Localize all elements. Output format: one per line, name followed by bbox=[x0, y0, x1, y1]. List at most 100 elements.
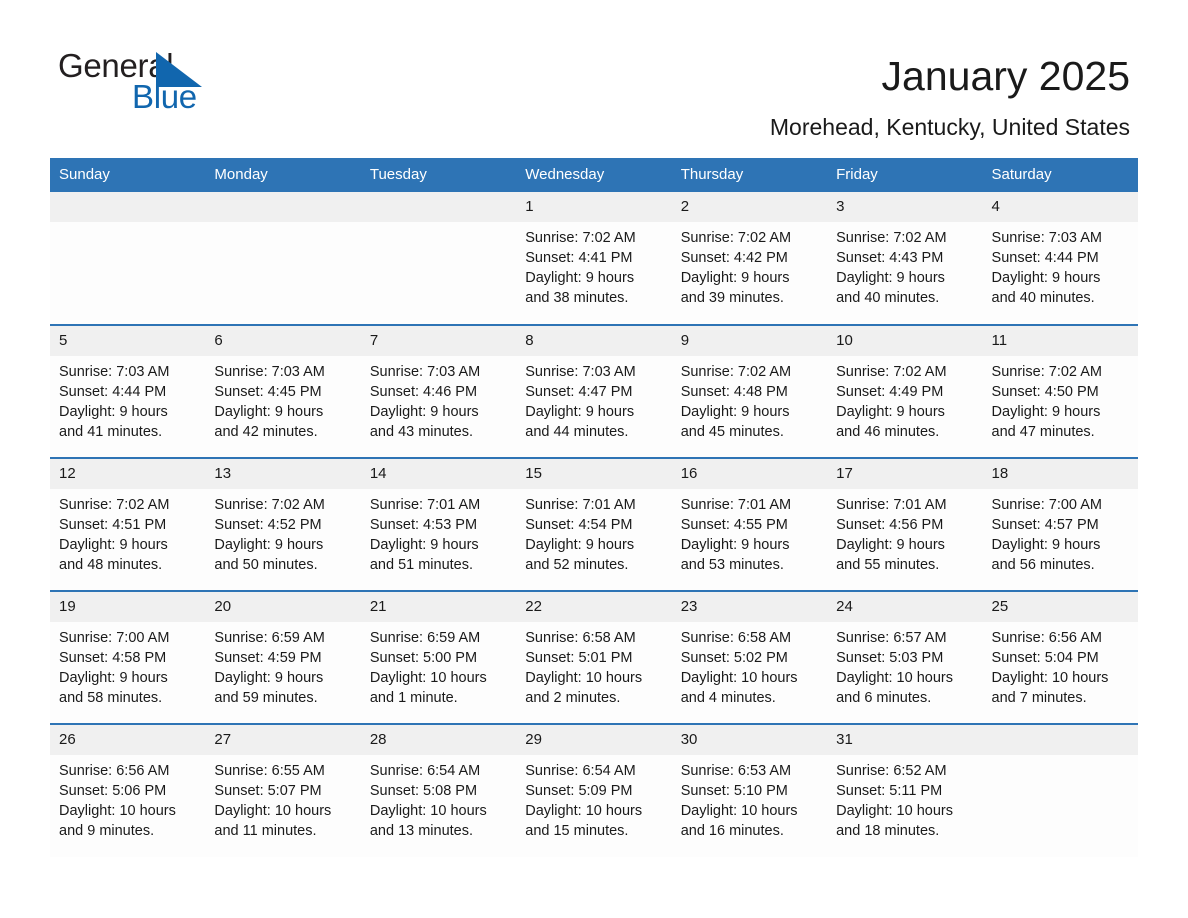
calendar-cell-day[interactable]: 31 Sunrise: 6:52 AM Sunset: 5:11 PM Dayligh… bbox=[827, 723, 983, 857]
calendar-cell-day[interactable]: 18 Sunrise: 7:00 AM Sunset: 4:57 PM Dayligh… bbox=[982, 457, 1138, 591]
daylight-text: Daylight: 9 hours and 46 minutes. bbox=[836, 404, 945, 440]
daylight-text: Daylight: 10 hours and 15 minutes. bbox=[525, 803, 643, 839]
calendar-cell-day[interactable]: 25 Sunrise: 6:56 AM Sunset: 5:04 PM Dayligh… bbox=[982, 590, 1138, 724]
calendar-cell-day[interactable]: 8 Sunrise: 7:03 AM Sunset: 4:47 PM Daylight… bbox=[516, 324, 672, 458]
sunset-text: Sunset: 5:02 PM bbox=[680, 650, 788, 666]
sunset-text: Sunset: 5:08 PM bbox=[369, 783, 478, 799]
calendar-week-row: 26 Sunrise: 6:56 AM Sunset: 5:06 PM Dayligh… bbox=[50, 723, 1138, 857]
calendar-cell-day[interactable]: 6 Sunrise: 7:03 AM Sunset: 4:45 PM Daylight… bbox=[205, 324, 361, 458]
calendar-cell-day[interactable]: 28 Sunrise: 6:54 AM Sunset: 5:08 PM Dayligh… bbox=[360, 723, 517, 857]
day-cell: 29 Sunrise: 6:54 AM Sunset: 5:09 PM Dayligh… bbox=[516, 725, 672, 857]
daylight-text: Daylight: 9 hours and 41 minutes. bbox=[59, 404, 168, 440]
day-details: Sunrise: 6:55 AM Sunset: 5:07 PM Daylight:… bbox=[205, 755, 360, 841]
calendar-cell-day[interactable]: 23 Sunrise: 6:58 AM Sunset: 5:02 PM Dayligh… bbox=[671, 590, 828, 724]
calendar-cell-day[interactable]: 11 Sunrise: 7:02 AM Sunset: 4:50 PM Dayligh… bbox=[982, 324, 1138, 458]
calendar-cell-day[interactable]: 29 Sunrise: 6:54 AM Sunset: 5:09 PM Dayligh… bbox=[516, 723, 672, 857]
sunset-text: Sunset: 5:04 PM bbox=[991, 650, 1099, 666]
day-number: 21 bbox=[360, 592, 517, 622]
day-details: Sunrise: 6:58 AM Sunset: 5:01 PM Daylight:… bbox=[516, 622, 671, 708]
sunset-text: Sunset: 4:45 PM bbox=[214, 384, 322, 400]
title-block: January 2025 Morehead, Kentucky, United … bbox=[770, 50, 1130, 142]
sunrise-text: Sunrise: 6:54 AM bbox=[369, 763, 481, 779]
calendar-body: 1 Sunrise: 7:02 AM Sunset: 4:41 PM Daylight… bbox=[50, 192, 1138, 857]
calendar-cell-day[interactable]: 10 Sunrise: 7:02 AM Sunset: 4:49 PM Dayligh… bbox=[827, 324, 983, 458]
daylight-text: Daylight: 10 hours and 1 minute. bbox=[369, 670, 487, 706]
day-details: Sunrise: 6:53 AM Sunset: 5:10 PM Daylight:… bbox=[672, 755, 827, 841]
day-cell: 28 Sunrise: 6:54 AM Sunset: 5:08 PM Dayligh… bbox=[360, 725, 517, 857]
day-cell: 11 Sunrise: 7:02 AM Sunset: 4:50 PM Dayligh… bbox=[982, 326, 1138, 457]
day-details: Sunrise: 6:54 AM Sunset: 5:08 PM Daylight:… bbox=[361, 755, 516, 841]
calendar-cell-day[interactable]: 15 Sunrise: 7:01 AM Sunset: 4:54 PM Dayligh… bbox=[516, 457, 672, 591]
calendar-cell-day[interactable]: 30 Sunrise: 6:53 AM Sunset: 5:10 PM Dayligh… bbox=[671, 723, 828, 857]
sunset-text: Sunset: 5:06 PM bbox=[59, 783, 167, 799]
daylight-text: Daylight: 9 hours and 44 minutes. bbox=[525, 404, 635, 440]
weekday-header-sunday: Sunday bbox=[50, 158, 206, 192]
calendar-cell-day[interactable]: 22 Sunrise: 6:58 AM Sunset: 5:01 PM Dayligh… bbox=[516, 590, 672, 724]
calendar-cell-day[interactable]: 26 Sunrise: 6:56 AM Sunset: 5:06 PM Dayligh… bbox=[50, 723, 206, 857]
sunrise-sunset-calendar: Sunday Monday Tuesday Wednesday Thursday… bbox=[50, 158, 1138, 857]
day-number: 28 bbox=[360, 725, 517, 755]
day-details: Sunrise: 7:02 AM Sunset: 4:51 PM Daylight:… bbox=[50, 489, 205, 575]
sunset-text: Sunset: 4:44 PM bbox=[59, 384, 167, 400]
calendar-cell-day[interactable]: 17 Sunrise: 7:01 AM Sunset: 4:56 PM Dayligh… bbox=[827, 457, 983, 591]
calendar-cell-day[interactable]: 5 Sunrise: 7:03 AM Sunset: 4:44 PM Daylight… bbox=[50, 324, 206, 458]
calendar-cell-day[interactable]: 2 Sunrise: 7:02 AM Sunset: 4:42 PM Daylight… bbox=[671, 192, 828, 325]
sunset-text: Sunset: 4:48 PM bbox=[680, 384, 788, 400]
day-number: 20 bbox=[205, 592, 361, 622]
sunrise-text: Sunrise: 6:53 AM bbox=[680, 763, 792, 779]
daylight-text: Daylight: 10 hours and 18 minutes. bbox=[836, 803, 953, 839]
sunrise-text: Sunrise: 6:55 AM bbox=[214, 763, 325, 779]
calendar-cell-day[interactable]: 21 Sunrise: 6:59 AM Sunset: 5:00 PM Dayligh… bbox=[360, 590, 517, 724]
sunrise-text: Sunrise: 7:01 AM bbox=[525, 497, 636, 513]
day-details: Sunrise: 6:54 AM Sunset: 5:09 PM Daylight:… bbox=[516, 755, 671, 841]
calendar-cell-day[interactable]: 4 Sunrise: 7:03 AM Sunset: 4:44 PM Daylight… bbox=[982, 192, 1138, 325]
daylight-text: Daylight: 9 hours and 40 minutes. bbox=[836, 270, 945, 306]
sunrise-text: Sunrise: 6:59 AM bbox=[214, 630, 325, 646]
day-number: 11 bbox=[982, 326, 1138, 356]
weekday-header-friday: Friday bbox=[827, 158, 983, 192]
day-number: 24 bbox=[827, 592, 983, 622]
sunrise-text: Sunrise: 7:02 AM bbox=[836, 230, 947, 246]
day-number: 17 bbox=[827, 459, 983, 489]
day-number: 26 bbox=[50, 725, 206, 755]
calendar-cell-day[interactable]: 1 Sunrise: 7:02 AM Sunset: 4:41 PM Daylight… bbox=[516, 192, 672, 325]
sunrise-text: Sunrise: 7:02 AM bbox=[836, 364, 947, 380]
sunset-text: Sunset: 4:55 PM bbox=[680, 517, 788, 533]
weekday-header-thursday: Thursday bbox=[671, 158, 828, 192]
general-blue-logo[interactable]: General Blue bbox=[58, 47, 248, 117]
location-subtitle: Morehead, Kentucky, United States bbox=[769, 114, 1130, 140]
calendar-cell-day[interactable]: 24 Sunrise: 6:57 AM Sunset: 5:03 PM Dayligh… bbox=[827, 590, 983, 724]
page-header: General Blue January 2025 Morehead, Kent… bbox=[50, 0, 1138, 158]
calendar-cell-day[interactable]: 12 Sunrise: 7:02 AM Sunset: 4:51 PM Dayligh… bbox=[50, 457, 206, 591]
day-cell: 31 Sunrise: 6:52 AM Sunset: 5:11 PM Dayligh… bbox=[827, 725, 983, 857]
day-cell: 12 Sunrise: 7:02 AM Sunset: 4:51 PM Dayligh… bbox=[50, 459, 206, 590]
day-number: 5 bbox=[50, 326, 206, 356]
sunrise-text: Sunrise: 6:59 AM bbox=[369, 630, 481, 646]
calendar-cell-day[interactable]: 14 Sunrise: 7:01 AM Sunset: 4:53 PM Dayligh… bbox=[360, 457, 517, 591]
day-number: 14 bbox=[360, 459, 517, 489]
day-number: 30 bbox=[671, 725, 828, 755]
sunset-text: Sunset: 4:44 PM bbox=[991, 250, 1099, 266]
sunset-text: Sunset: 4:51 PM bbox=[59, 517, 167, 533]
day-cell: 10 Sunrise: 7:02 AM Sunset: 4:49 PM Dayligh… bbox=[827, 326, 983, 457]
day-cell: 15 Sunrise: 7:01 AM Sunset: 4:54 PM Dayligh… bbox=[516, 459, 672, 590]
sunset-text: Sunset: 5:00 PM bbox=[369, 650, 478, 666]
calendar-cell-day[interactable]: 3 Sunrise: 7:02 AM Sunset: 4:43 PM Daylight… bbox=[827, 192, 983, 325]
logo-text-blue: Blue bbox=[132, 78, 197, 115]
calendar-cell-day[interactable]: 20 Sunrise: 6:59 AM Sunset: 4:59 PM Dayligh… bbox=[205, 590, 361, 724]
calendar-cell-day[interactable]: 19 Sunrise: 7:00 AM Sunset: 4:58 PM Dayligh… bbox=[50, 590, 206, 724]
day-cell: 14 Sunrise: 7:01 AM Sunset: 4:53 PM Dayligh… bbox=[360, 459, 517, 590]
day-cell: 18 Sunrise: 7:00 AM Sunset: 4:57 PM Dayligh… bbox=[982, 459, 1138, 590]
sunrise-text: Sunrise: 7:03 AM bbox=[59, 364, 170, 380]
calendar-cell-day[interactable]: 16 Sunrise: 7:01 AM Sunset: 4:55 PM Dayligh… bbox=[671, 457, 828, 591]
daylight-text: Daylight: 10 hours and 6 minutes. bbox=[836, 670, 953, 706]
daylight-text: Daylight: 9 hours and 55 minutes. bbox=[836, 537, 945, 573]
calendar-cell-day[interactable]: 27 Sunrise: 6:55 AM Sunset: 5:07 PM Dayligh… bbox=[205, 723, 361, 857]
calendar-cell-day[interactable]: 7 Sunrise: 7:03 AM Sunset: 4:46 PM Daylight… bbox=[360, 324, 517, 458]
sunset-text: Sunset: 5:10 PM bbox=[680, 783, 788, 799]
daylight-text: Daylight: 9 hours and 56 minutes. bbox=[991, 537, 1101, 573]
daylight-text: Daylight: 9 hours and 52 minutes. bbox=[525, 537, 635, 573]
calendar-cell-day[interactable]: 13 Sunrise: 7:02 AM Sunset: 4:52 PM Dayligh… bbox=[205, 457, 361, 591]
calendar-cell-day[interactable]: 9 Sunrise: 7:02 AM Sunset: 4:48 PM Daylight… bbox=[671, 324, 828, 458]
day-details: Sunrise: 6:59 AM Sunset: 5:00 PM Daylight:… bbox=[361, 622, 516, 708]
